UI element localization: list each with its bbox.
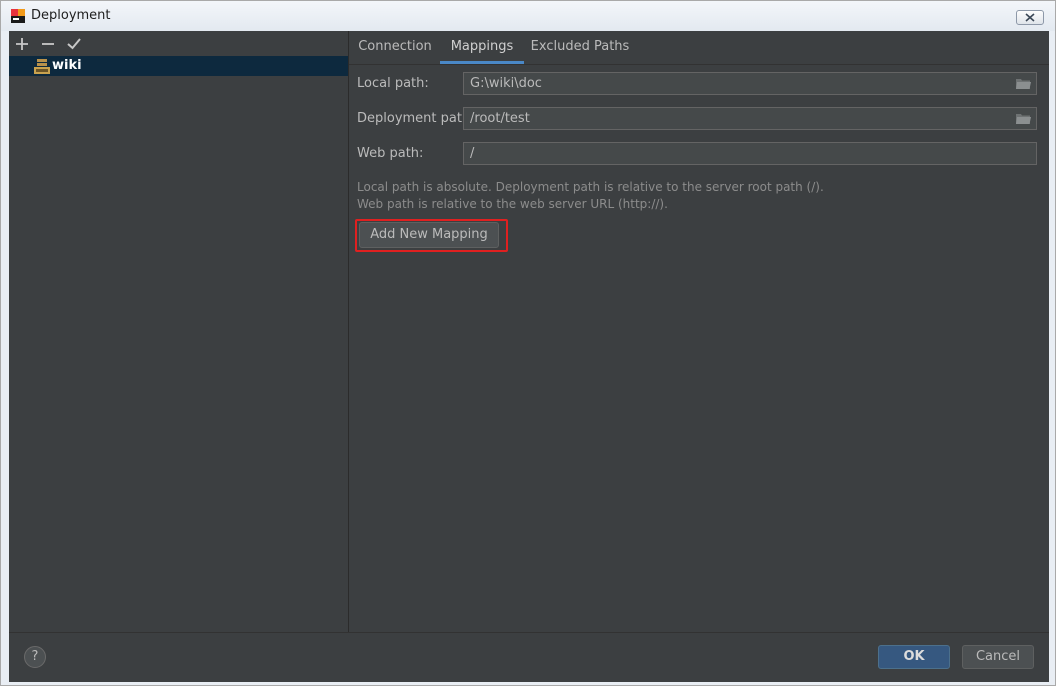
mapping-hint-line-2: Web path is relative to the web server U…	[357, 197, 668, 211]
close-icon	[1025, 13, 1035, 22]
server-list-toolbar	[9, 31, 348, 55]
server-settings-panel: Connection Mappings Excluded Paths Local…	[349, 31, 1049, 632]
web-path-value: /	[470, 146, 475, 161]
web-path-field[interactable]: /	[463, 142, 1037, 165]
server-item-wiki[interactable]: wiki	[9, 56, 348, 76]
folder-icon[interactable]	[1016, 113, 1031, 125]
deployment-path-label: Deployment path:	[357, 111, 475, 126]
server-list-panel: wiki	[9, 31, 349, 632]
local-path-field[interactable]: G:\wiki\doc	[463, 72, 1037, 95]
sftp-server-icon	[34, 59, 50, 74]
tab-connection[interactable]: Connection	[354, 31, 436, 62]
folder-icon[interactable]	[1016, 78, 1031, 90]
deployment-dialog: Deployment wiki Connection Mappings Excl…	[0, 0, 1056, 686]
dialog-footer: ? OK Cancel	[9, 632, 1049, 682]
plus-icon[interactable]	[13, 35, 31, 53]
deployment-path-field[interactable]: /root/test	[463, 107, 1037, 130]
local-path-value: G:\wiki\doc	[470, 76, 542, 91]
ok-button[interactable]: OK	[878, 645, 950, 669]
add-new-mapping-button[interactable]: Add New Mapping	[359, 222, 499, 248]
check-icon[interactable]	[65, 35, 83, 53]
tab-mappings[interactable]: Mappings	[440, 31, 524, 64]
deployment-path-value: /root/test	[470, 111, 530, 126]
minus-icon[interactable]	[39, 35, 57, 53]
window-title: Deployment	[31, 8, 111, 23]
cancel-button[interactable]: Cancel	[962, 645, 1034, 669]
tab-bar: Connection Mappings Excluded Paths	[349, 31, 1049, 65]
tab-excluded-paths[interactable]: Excluded Paths	[530, 31, 630, 62]
title-bar: Deployment	[1, 1, 1055, 31]
local-path-label: Local path:	[357, 76, 429, 91]
help-button[interactable]: ?	[24, 646, 46, 668]
web-path-label: Web path:	[357, 146, 424, 161]
mapping-hint-line-1: Local path is absolute. Deployment path …	[357, 180, 824, 194]
close-button[interactable]	[1016, 10, 1044, 25]
dialog-content: wiki Connection Mappings Excluded Paths …	[9, 31, 1049, 682]
intellij-app-icon	[11, 9, 25, 23]
server-item-label: wiki	[52, 58, 82, 73]
